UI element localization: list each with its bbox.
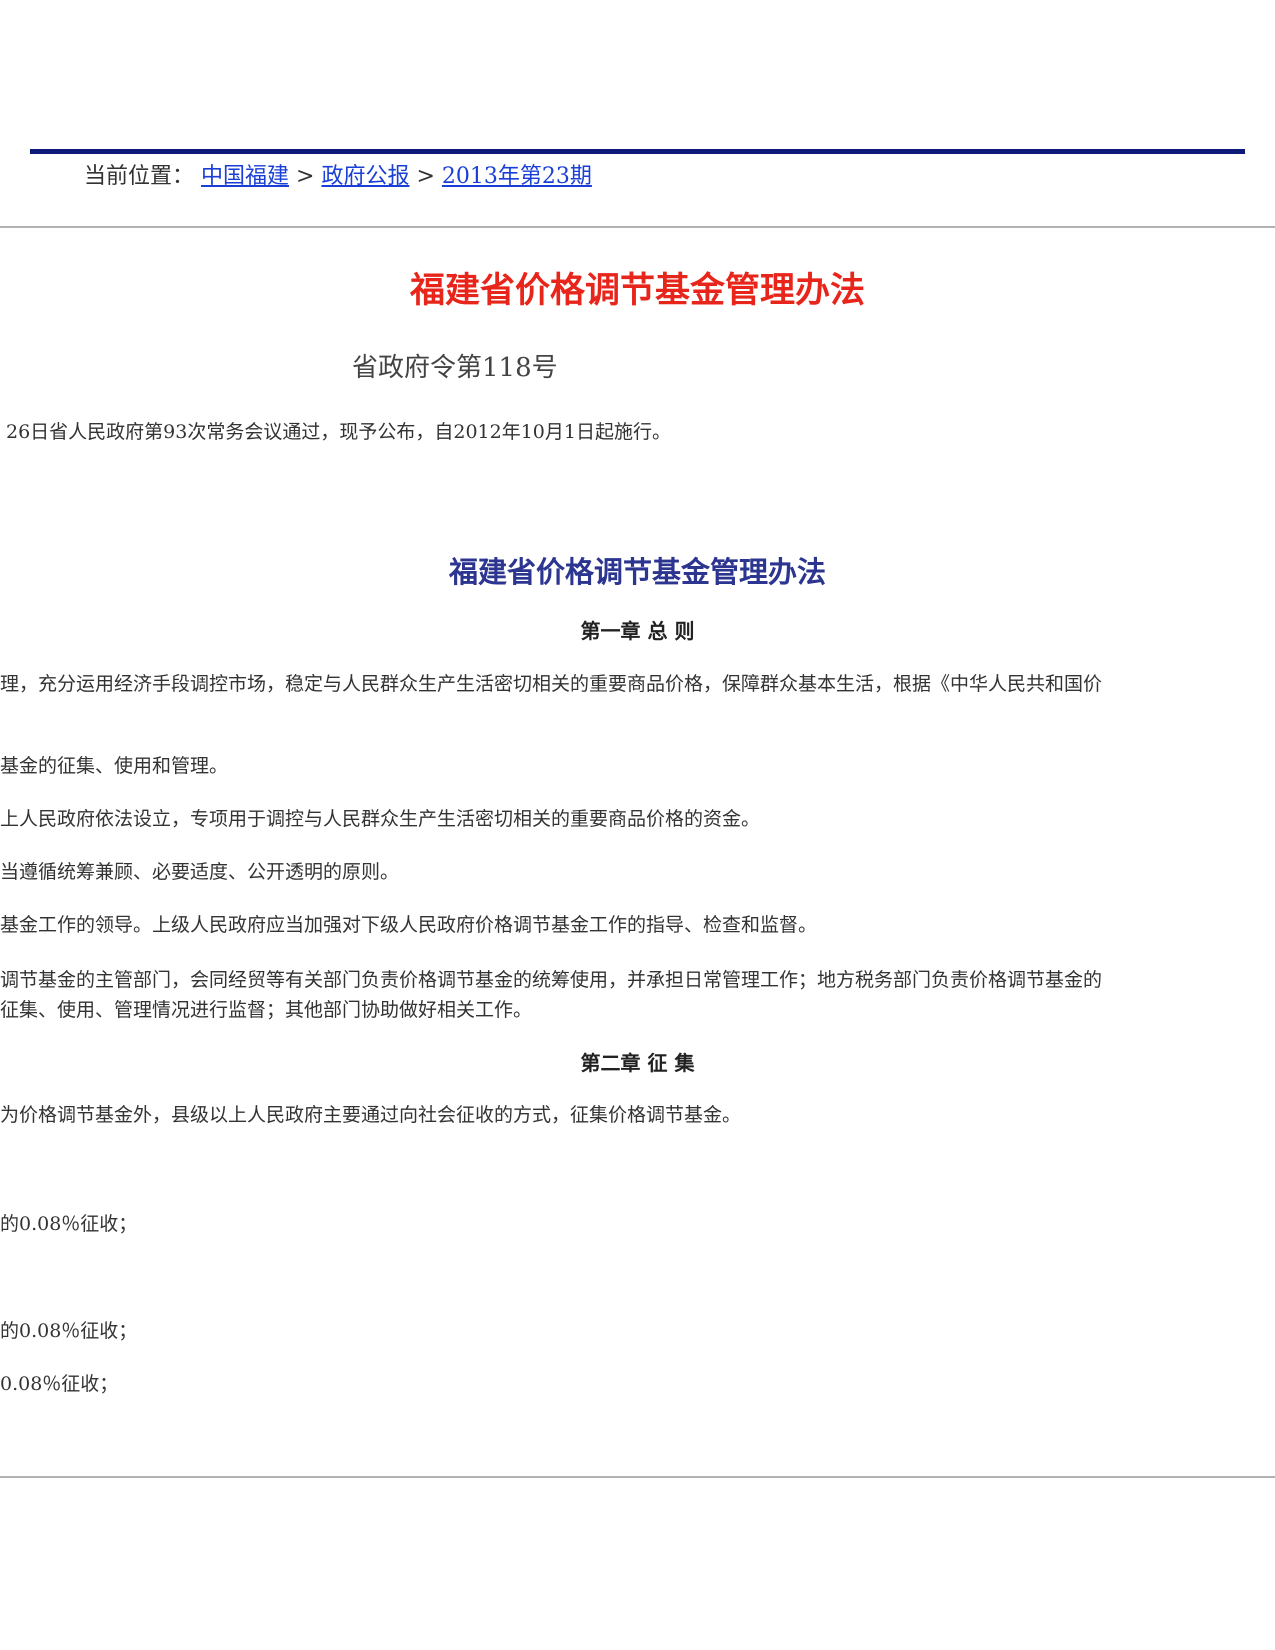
regulation-title: 福建省价格调节基金管理办法	[448, 555, 826, 589]
article-line: 理，充分运用经济手段调控市场，稳定与人民群众生产生活密切相关的重要商品价格，保障…	[0, 673, 1103, 695]
article-line: 基金工作的领导。上级人民政府应当加强对下级人民政府价格调节基金工作的指导、检查和…	[0, 914, 818, 936]
article-line: 征集、使用、管理情况进行监督；其他部门协助做好相关工作。	[0, 999, 533, 1021]
article-line: 基金的征集、使用和管理。	[0, 755, 229, 777]
chapter-heading-1: 第一章 总 则	[580, 619, 695, 643]
article-line: 调节基金的主管部门，会同经贸等有关部门负责价格调节基金的统筹使用，并承担日常管理…	[0, 969, 1103, 991]
section-divider-bottom	[0, 1476, 1275, 1478]
article-line: 上人民政府依法设立，专项用于调控与人民群众生产生活密切相关的重要商品价格的资金。	[0, 808, 761, 830]
promulgation-text: 26日省人民政府第93次常务会议通过，现予公布，自2012年10月1日起施行。	[6, 421, 671, 443]
document-title: 福建省价格调节基金管理办法	[409, 270, 865, 311]
article-line: 为价格调节基金外，县级以上人民政府主要通过向社会征收的方式，征集价格调节基金。	[0, 1104, 742, 1126]
order-number: 省政府令第118号	[352, 353, 558, 383]
article-line: 的0.08％征收；	[0, 1213, 138, 1235]
article-line: 当遵循统筹兼顾、必要适度、公开透明的原则。	[0, 861, 400, 883]
article-line: 0.08％征收；	[0, 1373, 119, 1395]
document-content: 福建省价格调节基金管理办法 省政府令第118号 26日省人民政府第93次常务会议…	[0, 0, 1275, 1650]
chapter-heading-2: 第二章 征 集	[580, 1051, 695, 1075]
article-line: 的0.08％征收；	[0, 1320, 138, 1342]
